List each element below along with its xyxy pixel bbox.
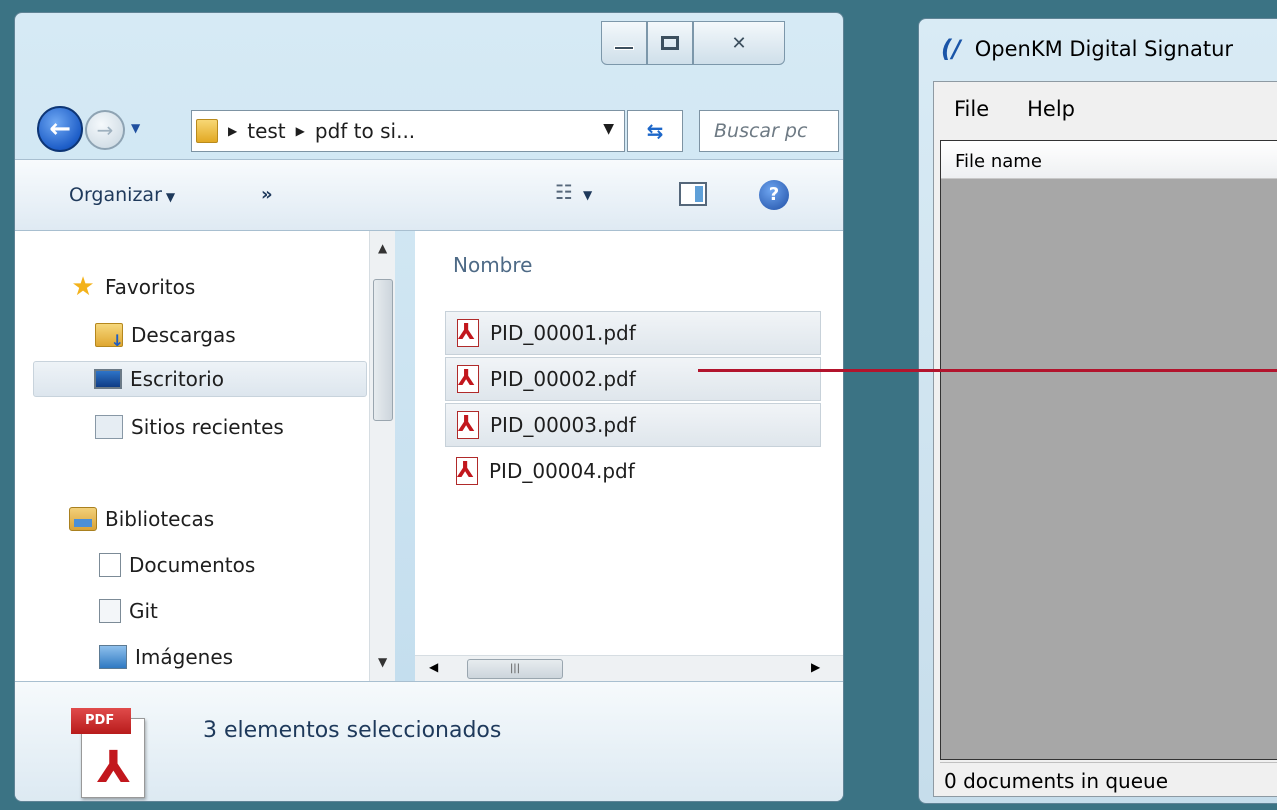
file-row[interactable]: ⅄ PID_00003.pdf: [445, 403, 821, 447]
status-bar: 0 documents in queue: [940, 762, 1277, 796]
column-header-file-name[interactable]: File name: [941, 141, 1277, 179]
scroll-down-icon[interactable]: ▼: [378, 655, 387, 669]
documents-icon: [99, 553, 121, 577]
nav-item-label: Sitios recientes: [131, 415, 284, 439]
file-pane-horizontal-scrollbar[interactable]: ◀ ||| ▶: [415, 655, 843, 681]
close-icon: ✕: [731, 32, 747, 54]
file-row[interactable]: ⅄ PID_00002.pdf: [445, 357, 821, 401]
libraries-icon: [69, 507, 97, 531]
minimize-icon: [614, 46, 634, 50]
nav-item-label: Escritorio: [130, 367, 224, 391]
organize-button[interactable]: Organizar ▼: [69, 184, 175, 206]
explorer-window: ✕ ← → ▼ ▶ test ▶ pdf to si... ▼ ⇆ Buscar…: [14, 12, 844, 802]
pdf-file-icon: ⅄: [454, 319, 482, 347]
file-row[interactable]: ⅄ PID_00004.pdf: [445, 449, 821, 493]
pdf-thumbnail-icon: PDF ⅄: [71, 708, 151, 798]
pdf-tag: PDF: [71, 708, 131, 734]
nav-item-favorites[interactable]: ★ Favoritos: [69, 269, 195, 305]
breadcrumb-item[interactable]: pdf to si...: [315, 119, 415, 143]
breadcrumb-separator-icon[interactable]: ▶: [228, 124, 237, 138]
command-bar: Organizar ▼ » ☷ ▼ ?: [15, 159, 843, 231]
scroll-thumb[interactable]: |||: [467, 659, 563, 679]
close-button[interactable]: ✕: [693, 21, 785, 65]
nav-item-recent[interactable]: Sitios recientes: [95, 409, 284, 445]
back-arrow-icon: ←: [49, 114, 71, 144]
file-list-pane: Nombre ⅄ PID_00001.pdf ⅄ PID_00002.pdf ⅄…: [415, 231, 843, 681]
recent-places-icon: [95, 415, 123, 439]
maximize-button[interactable]: [647, 21, 693, 65]
preview-pane-button[interactable]: [679, 182, 707, 206]
folder-icon: [196, 119, 218, 143]
address-dropdown-icon[interactable]: ▼: [603, 121, 614, 137]
file-name: PID_00003.pdf: [490, 413, 636, 437]
search-input[interactable]: Buscar pc: [699, 110, 839, 152]
downloads-folder-icon: [95, 323, 124, 350]
pdf-file-icon: ⅄: [453, 457, 481, 485]
organize-label: Organizar: [69, 184, 162, 206]
forward-arrow-icon: →: [96, 118, 114, 142]
scroll-up-icon[interactable]: ▲: [378, 241, 387, 255]
nav-item-label: Favoritos: [105, 275, 196, 299]
nav-item-label: Documentos: [129, 553, 256, 577]
pdf-file-icon: ⅄: [454, 411, 482, 439]
back-button[interactable]: ←: [37, 106, 83, 152]
details-pane: PDF ⅄ 3 elementos seleccionados: [15, 681, 843, 801]
breadcrumb-separator-icon[interactable]: ▶: [296, 124, 305, 138]
openkm-window: (/ OpenKM Digital Signatur File Help Fil…: [918, 18, 1277, 804]
refresh-button[interactable]: ⇆: [627, 110, 683, 152]
chevron-down-icon: ▼: [165, 190, 176, 204]
desktop-icon: [94, 369, 122, 389]
pdf-file-icon: ⅄: [454, 365, 482, 393]
breadcrumb-item[interactable]: test: [247, 119, 285, 143]
nav-pane-scrollbar[interactable]: ▲ ▼: [369, 231, 395, 681]
openkm-client-area: File Help File name 0 documents in queue: [933, 81, 1277, 797]
file-name: PID_00004.pdf: [489, 459, 635, 483]
refresh-icon: ⇆: [646, 119, 664, 143]
images-icon: [99, 645, 127, 669]
nav-item-documents[interactable]: Documentos: [99, 547, 255, 583]
nav-item-label: Imágenes: [135, 645, 234, 669]
scroll-thumb[interactable]: [373, 279, 393, 421]
window-title-text: OpenKM Digital Signatur: [974, 37, 1234, 61]
nav-item-label: Bibliotecas: [105, 507, 215, 531]
window-controls: ✕: [601, 21, 785, 65]
help-icon: ?: [768, 184, 780, 205]
nav-item-desktop[interactable]: Escritorio: [33, 361, 367, 397]
address-bar[interactable]: ▶ test ▶ pdf to si... ▼: [191, 110, 625, 152]
document-queue-table[interactable]: File name: [940, 140, 1277, 760]
chevron-down-icon: ▼: [582, 188, 593, 202]
menu-help[interactable]: Help: [1007, 97, 1093, 121]
column-header-name[interactable]: Nombre: [453, 253, 532, 277]
window-title: (/ OpenKM Digital Signatur: [941, 35, 1233, 63]
nav-item-git[interactable]: Git: [99, 593, 158, 629]
scroll-left-icon[interactable]: ◀: [429, 660, 438, 674]
selection-count: 3 elementos seleccionados: [203, 718, 502, 743]
openkm-logo-icon: (/: [941, 35, 961, 63]
change-view-button[interactable]: ☷ ▼: [555, 180, 592, 204]
star-icon: ★: [71, 272, 95, 302]
minimize-button[interactable]: [601, 21, 647, 65]
nav-item-label: Descargas: [131, 323, 236, 347]
menu-bar: File Help: [934, 82, 1277, 136]
git-library-icon: [99, 599, 121, 623]
file-name: PID_00001.pdf: [490, 321, 636, 345]
maximize-icon: [661, 36, 679, 50]
navigation-bar: ← → ▼ ▶ test ▶ pdf to si... ▼ ⇆ Buscar p…: [15, 101, 843, 157]
scroll-right-icon[interactable]: ▶: [811, 660, 820, 674]
nav-item-images[interactable]: Imágenes: [99, 639, 233, 675]
details-view-icon: ☷: [555, 180, 573, 204]
nav-item-downloads[interactable]: Descargas: [95, 317, 236, 353]
history-dropdown-icon[interactable]: ▼: [131, 121, 140, 135]
forward-button[interactable]: →: [85, 110, 125, 150]
nav-item-libraries[interactable]: Bibliotecas: [69, 501, 214, 537]
nav-item-label: Git: [129, 599, 158, 623]
drag-indicator-line: [698, 369, 1277, 372]
more-commands-button[interactable]: »: [261, 184, 273, 205]
menu-file[interactable]: File: [934, 97, 1007, 121]
file-row[interactable]: ⅄ PID_00001.pdf: [445, 311, 821, 355]
file-name: PID_00002.pdf: [490, 367, 636, 391]
help-button[interactable]: ?: [759, 180, 789, 210]
navigation-pane: ★ Favoritos Descargas Escritorio Sitios …: [15, 231, 395, 681]
